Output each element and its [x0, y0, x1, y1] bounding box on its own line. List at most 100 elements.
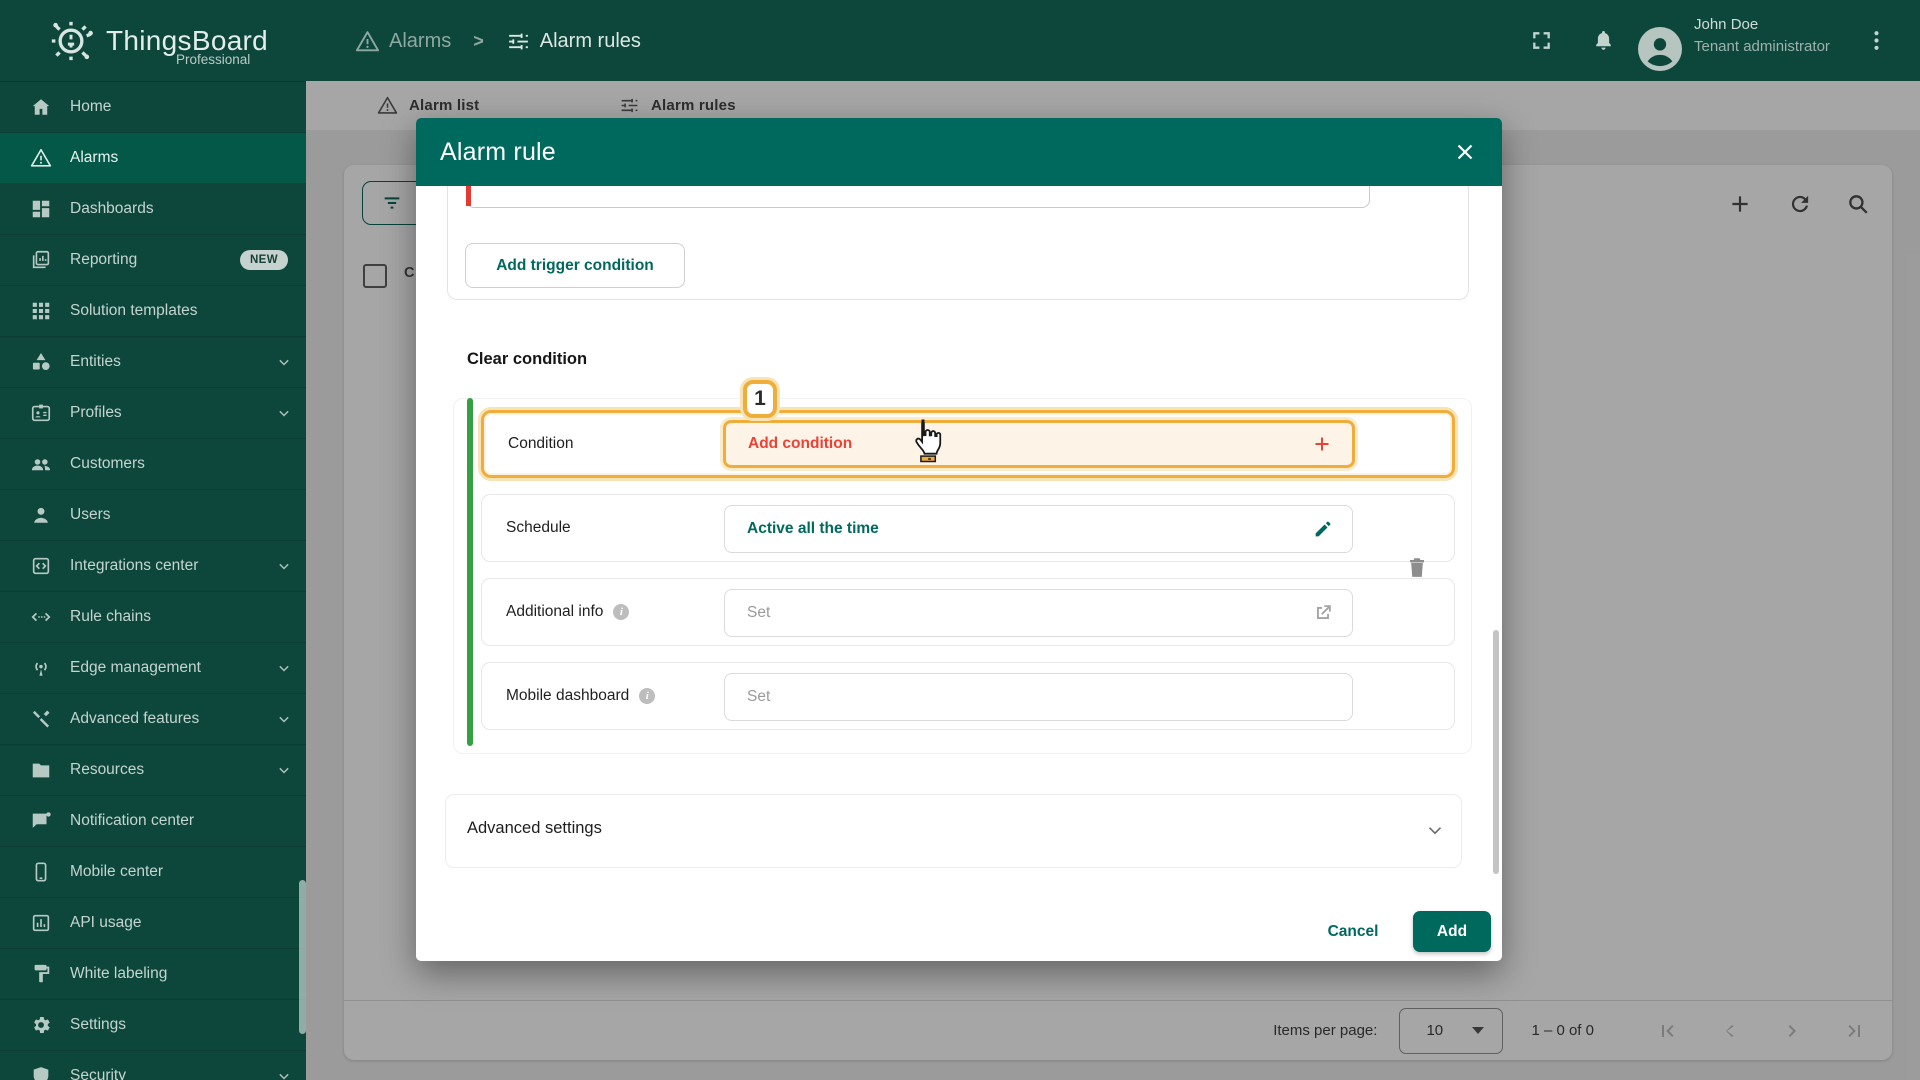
chart-icon: [30, 912, 52, 934]
warning-icon: [355, 29, 380, 54]
sidebar-item-entities[interactable]: Entities: [0, 337, 306, 388]
edge-icon: [30, 657, 52, 679]
breadcrumb-alarms[interactable]: Alarms: [355, 29, 451, 54]
sidebar-item-label: Rule chains: [70, 608, 151, 625]
additional-info-label: Additional info i: [506, 603, 630, 621]
sidebar-item-rule-chains[interactable]: Rule chains: [0, 592, 306, 643]
gear-icon: [30, 1014, 52, 1036]
notification-icon: [30, 810, 52, 832]
chevron-down-icon: [274, 1066, 294, 1080]
sidebar-item-profiles[interactable]: Profiles: [0, 388, 306, 439]
sidebar-item-users[interactable]: Users: [0, 490, 306, 541]
sidebar-item-security[interactable]: Security: [0, 1051, 306, 1080]
chevron-down-icon: [274, 658, 294, 678]
advanced-settings-label: Advanced settings: [467, 819, 602, 837]
trigger-condition-field-partial[interactable]: [466, 186, 1370, 208]
add-button[interactable]: Add: [1413, 911, 1491, 952]
close-icon[interactable]: [1452, 139, 1478, 165]
tools-icon: [30, 708, 52, 730]
warning-icon: [30, 147, 52, 169]
add-trigger-condition-button[interactable]: Add trigger condition: [465, 243, 685, 288]
app-edition: Professional: [176, 52, 251, 67]
people-icon: [30, 453, 52, 475]
dialog-title: Alarm rule: [440, 137, 556, 166]
sidebar-item-notification-center[interactable]: Notification center: [0, 796, 306, 847]
thingsboard-logo-icon: [46, 16, 96, 66]
alarm-rule-dialog: Alarm rule Add trigger condition Clear c…: [416, 118, 1502, 961]
dialog-header: Alarm rule: [416, 118, 1502, 186]
sidebar-item-label: Reporting: [70, 251, 138, 268]
schedule-row: Schedule Active all the time: [481, 494, 1455, 562]
top-header-bar: ThingsBoard Professional Alarms > Alarm …: [0, 0, 1920, 81]
mobile-dashboard-row: Mobile dashboard i Set: [481, 662, 1455, 730]
sidebar-item-label: Home: [70, 98, 112, 115]
sidebar-item-label: API usage: [70, 914, 142, 931]
mobile-dashboard-field[interactable]: Set: [724, 673, 1353, 721]
home-icon: [30, 96, 52, 118]
sidebar-item-integrations-center[interactable]: Integrations center: [0, 541, 306, 592]
sidebar-scrollbar[interactable]: [299, 880, 306, 1034]
tutorial-step-badge: 1: [743, 380, 777, 418]
additional-info-field[interactable]: Set: [724, 589, 1353, 637]
sidebar-item-resources[interactable]: Resources: [0, 745, 306, 796]
delete-icon[interactable]: [1403, 553, 1431, 581]
breadcrumb-alarm-rules: Alarm rules: [506, 29, 641, 54]
sidebar-item-label: Resources: [70, 761, 145, 778]
chevron-down-icon: [274, 760, 294, 780]
schedule-field[interactable]: Active all the time: [724, 505, 1353, 553]
cancel-button[interactable]: Cancel: [1305, 913, 1401, 951]
schedule-label: Schedule: [506, 519, 571, 536]
chevron-down-icon: [274, 403, 294, 423]
paint-icon: [30, 963, 52, 985]
plus-icon: [1310, 432, 1334, 456]
sidebar-item-label: Profiles: [70, 404, 122, 421]
avatar[interactable]: [1638, 27, 1682, 71]
sidebar-item-reporting[interactable]: Reporting NEW: [0, 235, 306, 286]
person-icon: [30, 504, 52, 526]
smartphone-icon: [30, 861, 52, 883]
info-icon: i: [613, 604, 630, 620]
sidebar-item-alarms[interactable]: Alarms: [0, 133, 306, 184]
additional-info-row: Additional info i Set: [481, 578, 1455, 646]
sidebar-item-label: White labeling: [70, 965, 168, 982]
sidebar-item-label: Security: [70, 1067, 126, 1080]
apps-icon: [30, 300, 52, 322]
launch-icon: [1312, 602, 1334, 624]
sidebar-item-label: Mobile center: [70, 863, 164, 880]
sidebar-item-label: Users: [70, 506, 111, 523]
sidebar-item-solution-templates[interactable]: Solution templates: [0, 286, 306, 337]
sidebar-item-label: Entities: [70, 353, 121, 370]
condition-row: Condition Add condition: [481, 410, 1455, 478]
chevron-down-icon: [274, 556, 294, 576]
sidebar-item-home[interactable]: Home: [0, 82, 306, 133]
sidebar-nav: Home Alarms Dashboards Reporting NEW Solution…: [0, 81, 306, 1080]
condition-label: Condition: [508, 435, 574, 452]
rule-chain-icon: [30, 606, 52, 628]
sidebar-item-white-labeling[interactable]: White labeling: [0, 949, 306, 1000]
error-indicator: [466, 186, 471, 206]
sidebar-item-label: Advanced features: [70, 710, 200, 727]
sidebar-item-label: Integrations center: [70, 557, 199, 574]
notifications-icon[interactable]: [1591, 27, 1616, 52]
tune-icon: [506, 29, 531, 54]
breadcrumb-separator: >: [473, 30, 484, 51]
more-vert-icon[interactable]: [1864, 28, 1889, 53]
edit-icon: [1312, 518, 1334, 540]
sidebar-item-customers[interactable]: Customers: [0, 439, 306, 490]
dashboards-icon: [30, 198, 52, 220]
clear-condition-heading: Clear condition: [467, 350, 588, 368]
sidebar-item-dashboards[interactable]: Dashboards: [0, 184, 306, 235]
add-condition-field[interactable]: Add condition: [723, 420, 1355, 468]
sidebar-item-advanced-features[interactable]: Advanced features: [0, 694, 306, 745]
thingsboard-app: ThingsBoard Professional Alarms > Alarm …: [0, 0, 1920, 1080]
sidebar-item-edge-management[interactable]: Edge management: [0, 643, 306, 694]
sidebar-item-label: Customers: [70, 455, 145, 472]
sidebar-item-label: Settings: [70, 1016, 127, 1033]
sidebar-item-label: Dashboards: [70, 200, 154, 217]
dialog-scrollbar[interactable]: [1493, 630, 1499, 874]
sidebar-item-api-usage[interactable]: API usage: [0, 898, 306, 949]
sidebar-item-settings[interactable]: Settings: [0, 1000, 306, 1051]
sidebar-item-mobile-center[interactable]: Mobile center: [0, 847, 306, 898]
fullscreen-icon[interactable]: [1529, 28, 1554, 53]
person-icon: [1647, 38, 1673, 67]
